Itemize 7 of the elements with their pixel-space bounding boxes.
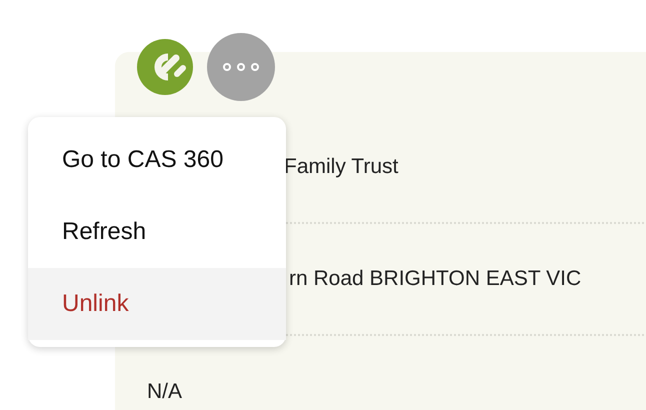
- detail-text: N/A: [147, 380, 182, 404]
- menu-item[interactable]: Unlink: [28, 268, 286, 340]
- more-icon: [223, 63, 259, 71]
- menu-item[interactable]: Refresh: [28, 196, 286, 268]
- menu-item[interactable]: Go to CAS 360: [28, 124, 286, 196]
- detail-text: Family Trust: [284, 155, 398, 179]
- detail-text: rn Road BRIGHTON EAST VIC: [289, 267, 582, 291]
